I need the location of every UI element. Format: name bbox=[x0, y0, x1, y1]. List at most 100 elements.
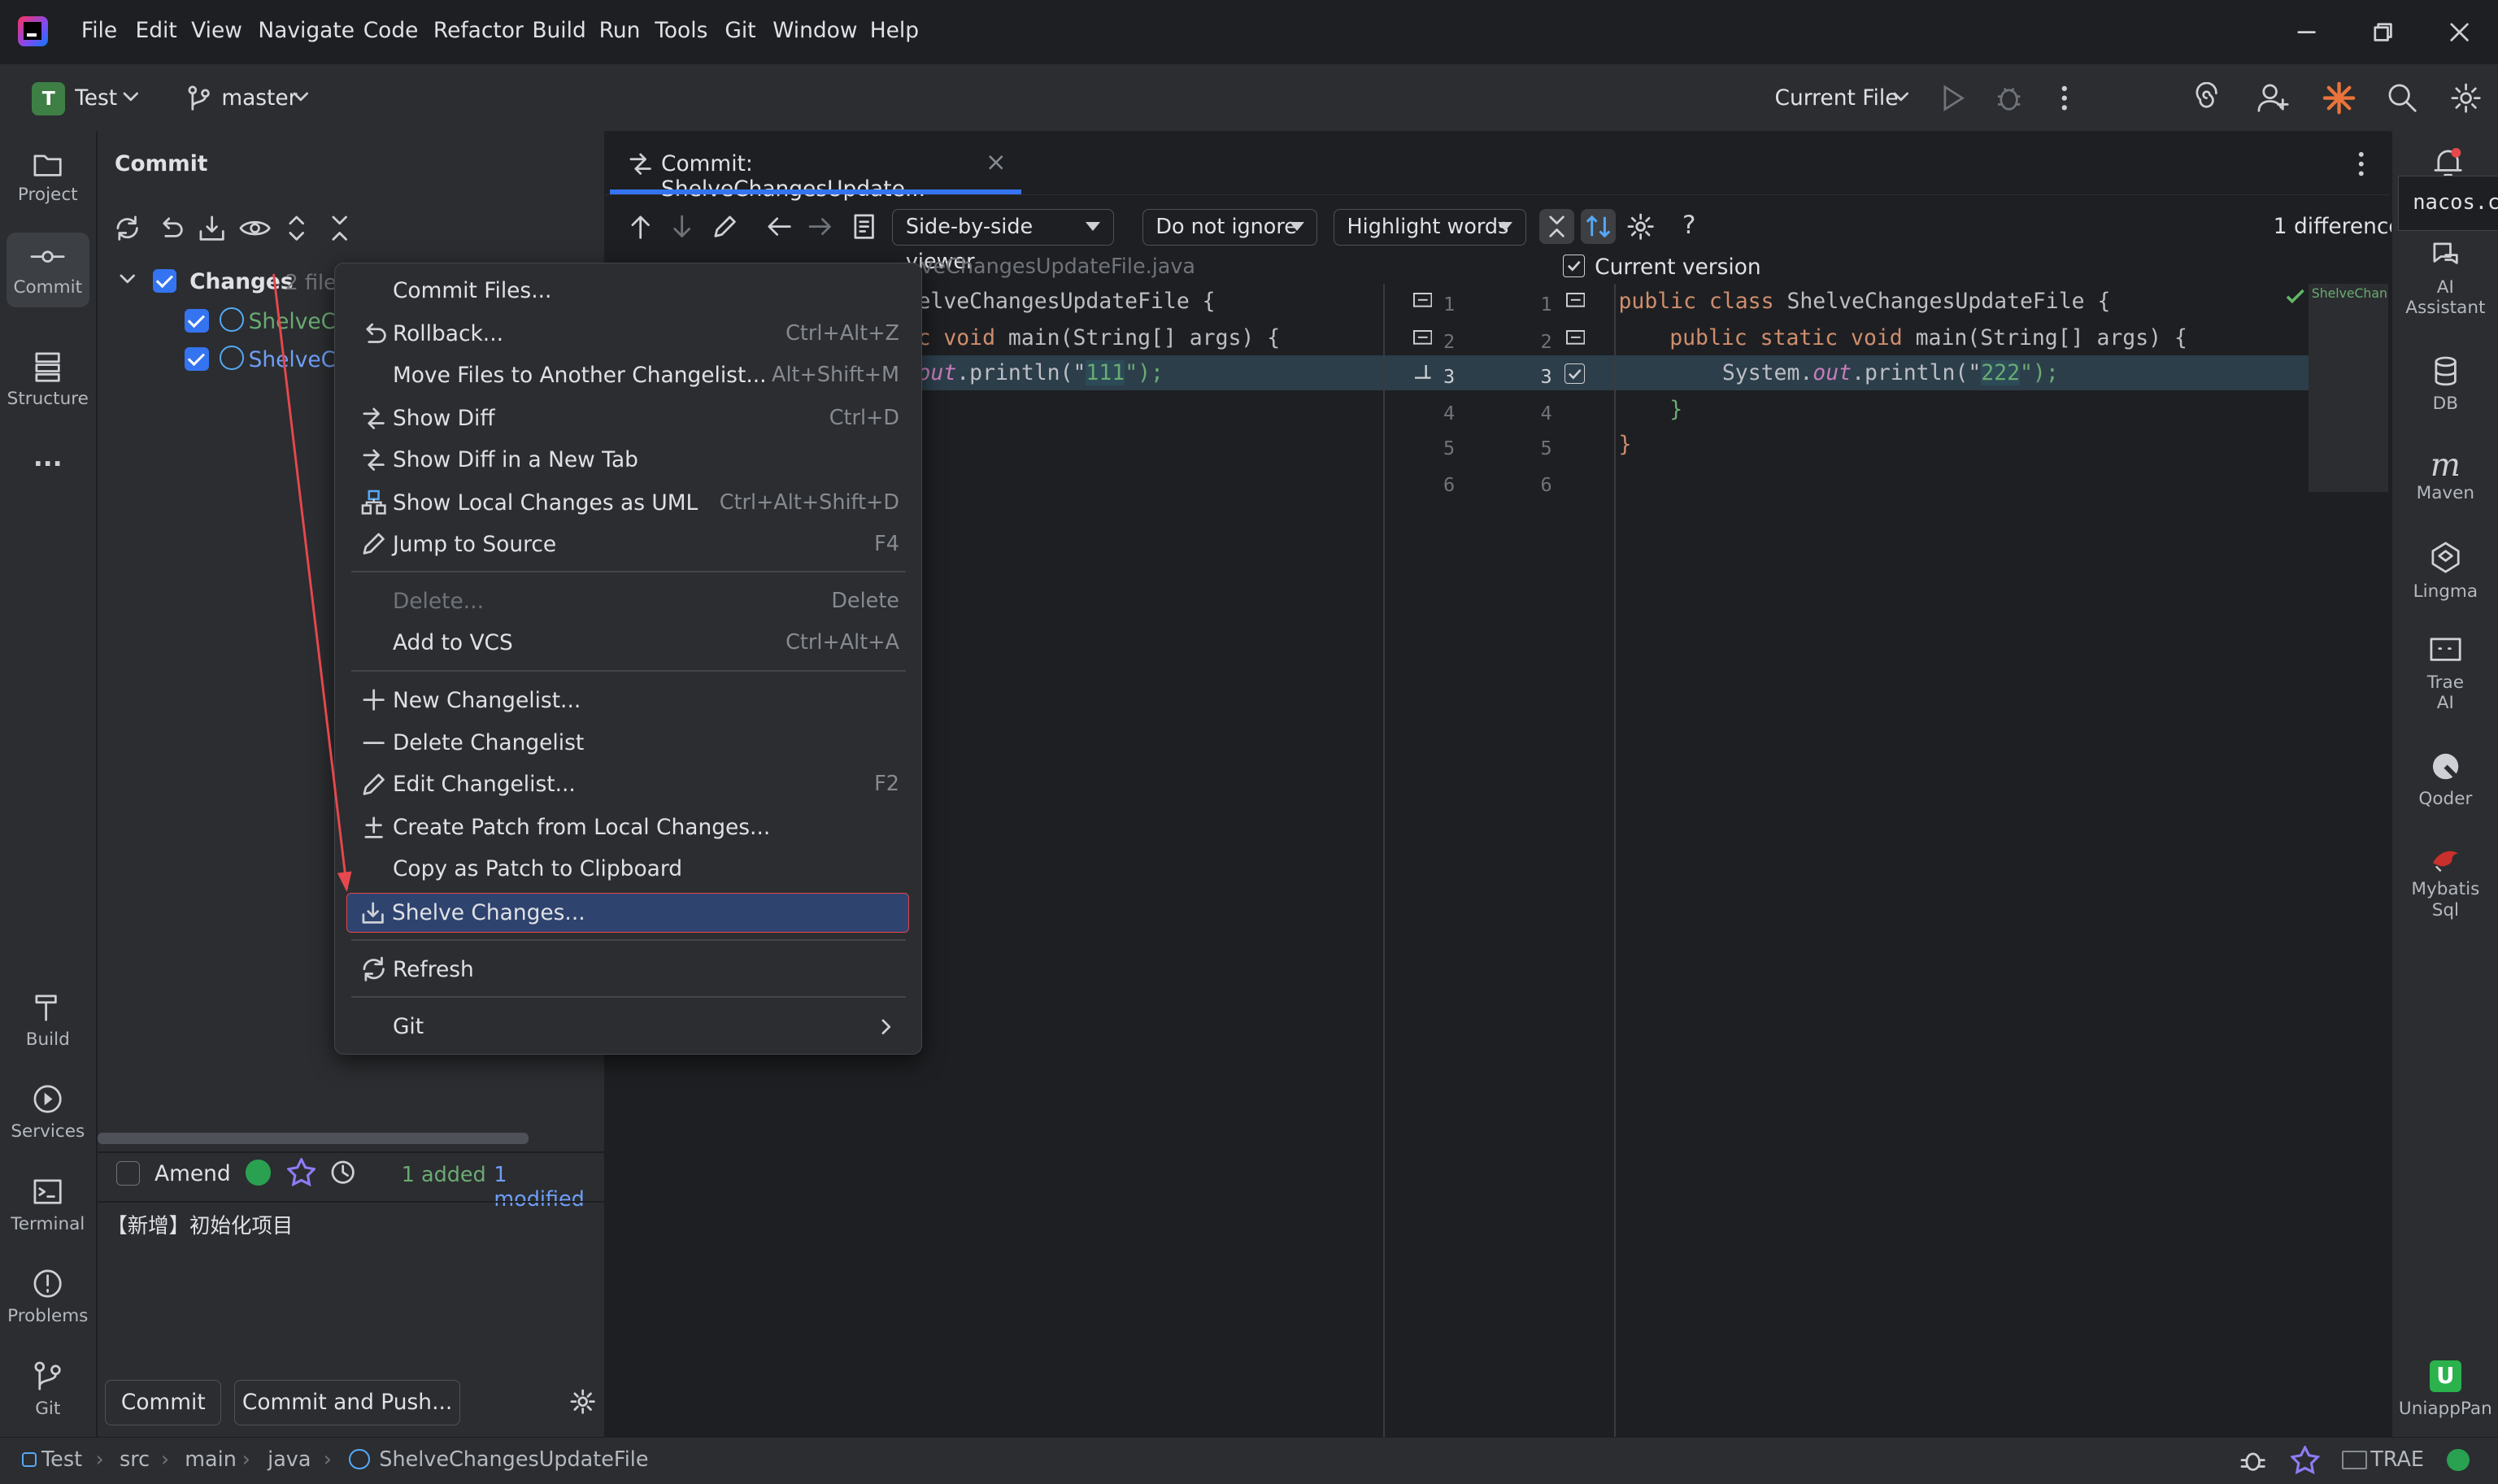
menu-refresh[interactable]: Refresh bbox=[348, 951, 909, 989]
chevron-down-icon[interactable] bbox=[118, 272, 137, 289]
edit-pencil-icon[interactable] bbox=[711, 212, 739, 241]
gutter-marker-icon[interactable] bbox=[1565, 329, 1586, 346]
tool-commit[interactable]: Commit bbox=[6, 233, 89, 307]
current-version-checkbox[interactable] bbox=[1562, 255, 1586, 277]
close-window-icon[interactable] bbox=[2444, 16, 2475, 48]
help-icon[interactable]: ? bbox=[1682, 211, 1696, 240]
tool-mybatis[interactable]: Mybatis Sql bbox=[2392, 844, 2498, 920]
inspection-ok-icon[interactable] bbox=[2286, 289, 2305, 305]
tool-qoder[interactable]: Qoder bbox=[2392, 751, 2498, 809]
collapse-unchanged-icon[interactable] bbox=[1538, 208, 1574, 244]
more-vertical-icon[interactable] bbox=[2055, 84, 2074, 112]
menu-refactor[interactable]: Refactor bbox=[433, 18, 524, 43]
menu-build[interactable]: Build bbox=[532, 18, 585, 43]
commit-message-input[interactable]: 【新增】初始化项目 bbox=[107, 1209, 293, 1239]
search-icon[interactable] bbox=[2387, 82, 2418, 114]
menu-help[interactable]: Help bbox=[870, 18, 919, 43]
menu-show-diff-new-tab[interactable]: Show Diff in a New Tab bbox=[348, 441, 909, 479]
arrow-right-icon[interactable] bbox=[806, 212, 834, 241]
gutter-marker-icon[interactable] bbox=[1565, 293, 1586, 309]
ai-spark-icon[interactable] bbox=[2322, 81, 2357, 115]
debug-icon[interactable] bbox=[1995, 82, 2023, 114]
run-config[interactable]: Current File bbox=[1775, 85, 1899, 111]
menu-jump-to-source[interactable]: Jump to Source F4 bbox=[348, 525, 909, 564]
tool-services[interactable]: Services bbox=[7, 1083, 89, 1142]
ai-star-icon[interactable] bbox=[286, 1158, 316, 1187]
menu-rollback[interactable]: Rollback... Ctrl+Alt+Z bbox=[348, 315, 909, 353]
breadcrumb-item[interactable]: main bbox=[185, 1447, 237, 1472]
trae-status[interactable]: TRAE bbox=[2370, 1447, 2424, 1472]
menu-move-files[interactable]: Move Files to Another Changelist... Alt+… bbox=[348, 356, 909, 394]
collapse-all-icon[interactable] bbox=[329, 214, 350, 242]
ignore-mode-dropdown[interactable]: Do not ignore bbox=[1142, 208, 1318, 246]
gutter-marker-icon[interactable] bbox=[1412, 293, 1433, 309]
modified-count[interactable]: 1 modified bbox=[494, 1163, 603, 1212]
menu-shelve-changes[interactable]: Shelve Changes... bbox=[346, 893, 909, 933]
menu-run[interactable]: Run bbox=[599, 18, 641, 43]
spiral-plugin-icon[interactable] bbox=[2191, 81, 2222, 114]
history-clock-icon[interactable] bbox=[330, 1160, 355, 1185]
project-name[interactable]: Test bbox=[75, 85, 117, 111]
add-user-icon[interactable] bbox=[2256, 82, 2291, 114]
rollback-icon[interactable] bbox=[156, 214, 185, 242]
tool-git[interactable]: Git bbox=[7, 1360, 89, 1419]
editor-tab[interactable]: Commit: ShelveChangesUpdate... bbox=[610, 131, 1021, 202]
menu-edit-changelist[interactable]: Edit Changelist... F2 bbox=[348, 765, 909, 803]
horizontal-scrollbar[interactable] bbox=[97, 1132, 529, 1144]
menu-copy-patch[interactable]: Copy as Patch to Clipboard bbox=[348, 850, 909, 888]
menu-code[interactable]: Code bbox=[363, 18, 419, 43]
viewer-mode-dropdown[interactable]: Side-by-side viewer bbox=[892, 208, 1114, 274]
next-difference-icon[interactable] bbox=[669, 212, 694, 241]
bug-icon[interactable] bbox=[2240, 1447, 2265, 1473]
changes-checkbox[interactable] bbox=[153, 269, 177, 294]
sync-scroll-icon[interactable] bbox=[1580, 208, 1616, 244]
menu-show-diff[interactable]: Show Diff Ctrl+D bbox=[348, 399, 909, 437]
tool-db[interactable]: DB bbox=[2392, 355, 2498, 414]
prev-difference-icon[interactable] bbox=[628, 212, 653, 241]
file1-checkbox[interactable] bbox=[185, 309, 209, 333]
tool-lingma[interactable]: Lingma bbox=[2392, 540, 2498, 602]
minimize-icon[interactable] bbox=[2291, 16, 2322, 48]
project-badge[interactable]: T bbox=[32, 81, 66, 116]
tool-trae[interactable]: Trae AI bbox=[2392, 634, 2498, 714]
chevron-down-icon[interactable] bbox=[293, 90, 309, 103]
menu-git-submenu[interactable]: Git bbox=[348, 1007, 909, 1046]
chevron-down-icon[interactable] bbox=[123, 90, 139, 103]
menu-commit-files[interactable]: Commit Files... bbox=[348, 272, 909, 310]
lingma-status-icon[interactable] bbox=[2447, 1448, 2470, 1472]
notifications-bell-icon[interactable] bbox=[2432, 146, 2464, 178]
branch-name[interactable]: master bbox=[221, 85, 297, 111]
run-icon[interactable] bbox=[1940, 84, 1965, 112]
more-tools-icon[interactable]: ... bbox=[7, 443, 89, 472]
restore-icon[interactable] bbox=[2367, 16, 2399, 48]
highlight-mode-dropdown[interactable]: Highlight words bbox=[1333, 208, 1526, 246]
apply-change-icon[interactable] bbox=[1413, 363, 1433, 383]
close-icon[interactable] bbox=[988, 154, 1004, 171]
document-icon[interactable] bbox=[851, 212, 879, 241]
tool-build[interactable]: Build bbox=[7, 991, 89, 1050]
menu-view[interactable]: View bbox=[191, 18, 242, 43]
settings-gear-icon[interactable] bbox=[570, 1389, 596, 1415]
menu-git[interactable]: Git bbox=[725, 18, 755, 43]
lingma-icon[interactable] bbox=[245, 1160, 272, 1186]
tool-terminal[interactable]: Terminal bbox=[7, 1176, 89, 1234]
menu-add-to-vcs[interactable]: Add to VCS Ctrl+Alt+A bbox=[348, 624, 909, 662]
menu-new-changelist[interactable]: New Changelist... bbox=[348, 681, 909, 720]
shelve-icon[interactable] bbox=[198, 214, 226, 242]
minimap[interactable]: ShelveChan bbox=[2287, 283, 2388, 493]
tool-problems[interactable]: Problems bbox=[7, 1268, 89, 1326]
menu-window[interactable]: Window bbox=[772, 18, 857, 43]
menu-delete-changelist[interactable]: Delete Changelist bbox=[348, 724, 909, 762]
nacos-popup[interactable]: nacos.c bbox=[2397, 175, 2498, 232]
include-change-checkbox[interactable] bbox=[1564, 363, 1586, 385]
breadcrumb-item[interactable]: Test bbox=[41, 1447, 82, 1472]
menu-file[interactable]: File bbox=[81, 18, 117, 43]
chevron-down-icon[interactable] bbox=[1893, 90, 1909, 103]
menu-tools[interactable]: Tools bbox=[655, 18, 707, 43]
tool-uniapp[interactable]: U UniappPan bbox=[2392, 1360, 2498, 1419]
tool-structure[interactable]: Structure bbox=[7, 350, 89, 409]
tool-project[interactable]: Project bbox=[7, 150, 89, 205]
more-vertical-icon[interactable] bbox=[2352, 150, 2371, 178]
menu-create-patch[interactable]: Create Patch from Local Changes... bbox=[348, 808, 909, 846]
app-logo-icon[interactable] bbox=[17, 15, 48, 46]
